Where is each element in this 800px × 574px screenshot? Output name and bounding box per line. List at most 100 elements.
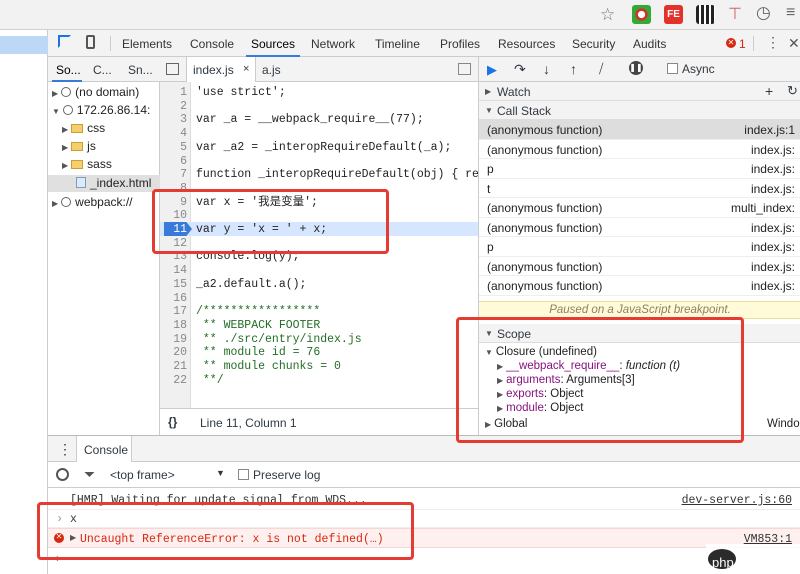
tab-security[interactable]: Security	[572, 37, 615, 51]
tree-file-index-html[interactable]: _index.html	[76, 176, 151, 190]
qr-code-icon[interactable]	[696, 5, 715, 24]
tree-folder-css[interactable]: ▶ css	[62, 121, 105, 135]
resume-icon[interactable]: ▶	[487, 62, 497, 78]
device-mode-icon[interactable]	[86, 35, 95, 49]
tree-no-domain[interactable]: ▶ (no domain)	[52, 85, 139, 99]
line-number[interactable]: 19	[160, 333, 187, 347]
line-number[interactable]: 18	[160, 319, 187, 333]
code-line[interactable]: function _interopRequireDefault(obj) { r…	[196, 168, 479, 182]
refresh-watch-icon[interactable]: ↻	[787, 83, 798, 99]
frame-location[interactable]: index.js:	[751, 162, 795, 176]
line-number[interactable]: 20	[160, 346, 187, 360]
step-into-icon[interactable]: ↓	[543, 61, 550, 77]
close-tab-icon[interactable]: ×	[243, 63, 249, 75]
error-count[interactable]: 1	[739, 37, 746, 51]
pin-icon[interactable]: ⊤	[728, 4, 742, 24]
watch-header[interactable]: ▶ Watch + ↻	[479, 82, 800, 101]
line-number[interactable]: 3	[160, 113, 187, 127]
frame-location[interactable]: index.js:	[751, 279, 795, 293]
callstack-header[interactable]: ▼ Call Stack	[479, 101, 800, 120]
code-line[interactable]: ** module id = 76	[196, 346, 320, 360]
frame-location[interactable]: index.js:	[751, 221, 795, 235]
chrome-extension-icon[interactable]	[632, 5, 651, 24]
preserve-log-checkbox[interactable]	[238, 469, 249, 480]
editor-tab-a-js[interactable]: a.js	[262, 63, 281, 77]
frame-location[interactable]: index.js:	[751, 182, 795, 196]
callstack-frame[interactable]: p index.js:	[479, 159, 800, 179]
code-line[interactable]: _a2.default.a();	[196, 278, 306, 292]
menu-icon[interactable]: ≡	[786, 4, 795, 22]
pause-on-exceptions-icon[interactable]: ❚❚	[629, 61, 643, 75]
line-number[interactable]: 15	[160, 278, 187, 292]
line-number[interactable]: 21	[160, 360, 187, 374]
code-line[interactable]: var _a = __webpack_require__(77);	[196, 113, 424, 127]
line-number[interactable]: 1	[160, 86, 187, 100]
line-number[interactable]: 2	[160, 100, 187, 114]
code-line[interactable]: ** module chunks = 0	[196, 360, 341, 374]
toggle-navigator-icon[interactable]	[166, 63, 179, 75]
callstack-frame[interactable]: t index.js:	[479, 179, 800, 198]
fe-extension-icon[interactable]: FE	[664, 5, 683, 24]
frame-location[interactable]: index.js:	[751, 260, 795, 274]
clear-console-icon[interactable]	[56, 468, 69, 481]
code-line[interactable]: /*****************	[196, 305, 320, 319]
tab-sources-nav[interactable]: So...	[56, 63, 81, 77]
tree-folder-js[interactable]: ▶ js	[62, 139, 96, 153]
line-number[interactable]: 6	[160, 155, 187, 169]
callstack-frame[interactable]: (anonymous function) multi_index:	[479, 198, 800, 218]
line-number[interactable]: 5	[160, 141, 187, 155]
tree-host[interactable]: ▼ 172.26.86.14:	[52, 103, 150, 117]
error-icon[interactable]: ✕	[726, 38, 736, 48]
tab-elements[interactable]: Elements	[122, 37, 172, 51]
code-line[interactable]: ** WEBPACK FOOTER	[196, 319, 320, 333]
frame-location[interactable]: index.js:	[751, 143, 795, 157]
clock-icon[interactable]: ◷	[756, 3, 771, 23]
context-select[interactable]: <top frame> ▼	[110, 468, 225, 483]
line-number[interactable]: 22	[160, 374, 187, 388]
tab-console[interactable]: Console	[190, 37, 234, 51]
close-devtools-icon[interactable]: ✕	[788, 35, 800, 52]
deactivate-breakpoints-icon[interactable]: ⧸	[599, 61, 603, 77]
line-number[interactable]: 16	[160, 292, 187, 306]
console-source-link[interactable]: dev-server.js:60	[682, 494, 792, 507]
editor-tab-index-js[interactable]: index.js ×	[186, 57, 256, 82]
code-line[interactable]: **/	[196, 374, 224, 388]
drawer-menu-icon[interactable]: ⋮	[58, 441, 72, 458]
callstack-frame[interactable]: (anonymous function) index.js:	[479, 140, 800, 159]
tab-profiles[interactable]: Profiles	[440, 37, 480, 51]
tab-sources[interactable]: Sources	[251, 37, 295, 51]
step-over-icon[interactable]: ↷	[514, 61, 526, 78]
pretty-print-icon[interactable]: {}	[168, 415, 177, 429]
tab-snippets[interactable]: Sn...	[128, 63, 153, 77]
callstack-frame[interactable]: (anonymous function) index.js:	[479, 257, 800, 276]
code-line[interactable]: var _a2 = _interopRequireDefault(_a);	[196, 141, 451, 155]
add-watch-icon[interactable]: +	[765, 83, 773, 99]
line-number[interactable]: 4	[160, 127, 187, 141]
tree-folder-sass[interactable]: ▶ sass	[62, 157, 112, 171]
drawer-tab-console[interactable]: Console	[76, 436, 132, 463]
callstack-frame[interactable]: p index.js:	[479, 237, 800, 257]
code-line[interactable]: 'use strict';	[196, 86, 286, 100]
line-number[interactable]: 17	[160, 305, 187, 319]
more-options-icon[interactable]: ⋮	[766, 34, 780, 51]
frame-location[interactable]: index.js:	[751, 240, 795, 254]
frame-location[interactable]: index.js:1	[744, 123, 795, 137]
line-number[interactable]: 14	[160, 264, 187, 278]
callstack-frame[interactable]: (anonymous function) index.js:	[479, 276, 800, 296]
callstack-frame[interactable]: (anonymous function) index.js:1	[479, 120, 800, 140]
callstack-frame[interactable]: (anonymous function) index.js:	[479, 218, 800, 237]
tree-webpack[interactable]: ▶ webpack://	[52, 195, 133, 209]
tab-resources[interactable]: Resources	[498, 37, 555, 51]
line-number[interactable]: 7	[160, 168, 187, 182]
tab-network[interactable]: Network	[311, 37, 355, 51]
code-line[interactable]: ** ./src/entry/index.js	[196, 333, 362, 347]
step-out-icon[interactable]: ↑	[570, 61, 577, 77]
inspect-element-icon[interactable]	[58, 35, 71, 48]
tab-content-scripts[interactable]: C...	[93, 63, 112, 77]
bookmark-star-icon[interactable]: ☆	[600, 5, 615, 25]
toggle-debugger-icon[interactable]	[458, 63, 471, 75]
tab-timeline[interactable]: Timeline	[375, 37, 420, 51]
frame-location[interactable]: multi_index:	[731, 201, 795, 215]
tab-audits[interactable]: Audits	[633, 37, 666, 51]
async-checkbox[interactable]	[667, 63, 678, 74]
